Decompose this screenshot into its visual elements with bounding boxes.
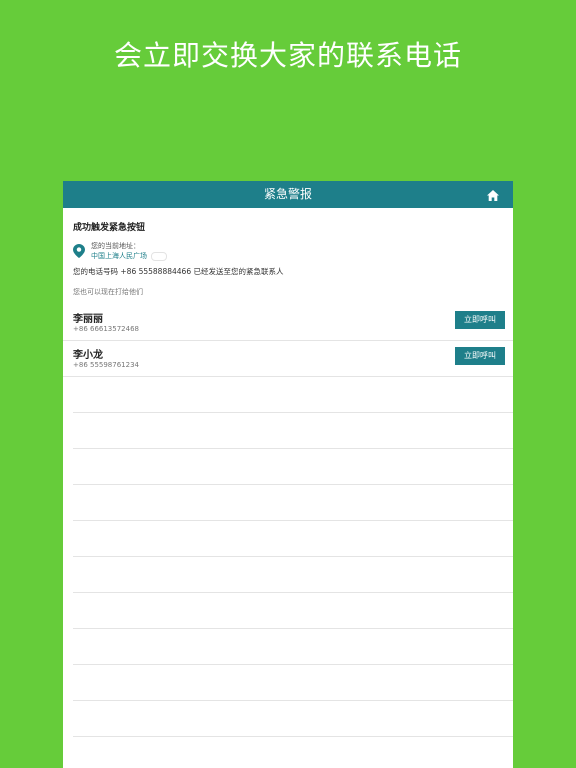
call-hint: 您也可以现在打给他们 xyxy=(73,288,143,296)
call-now-button[interactable]: 立即呼叫 xyxy=(455,347,505,365)
empty-list-row xyxy=(73,701,513,737)
empty-list-row xyxy=(73,449,513,485)
location-pin-icon xyxy=(73,244,85,258)
navbar: 紧急警报 xyxy=(63,181,513,208)
empty-list-row xyxy=(73,377,513,413)
empty-list-row xyxy=(73,665,513,701)
home-icon xyxy=(487,189,499,201)
address-text: 您的当前地址： 中国上海人民广场 xyxy=(91,241,167,261)
address-value-row: 中国上海人民广场 xyxy=(91,251,167,261)
call-now-button[interactable]: 立即呼叫 xyxy=(455,311,505,329)
contact-phone: +86 55598761234 xyxy=(73,361,139,369)
empty-list-row xyxy=(73,593,513,629)
page-title: 紧急警报 xyxy=(263,187,312,201)
location-toggle[interactable] xyxy=(151,251,167,261)
empty-list-row xyxy=(73,485,513,521)
contact-row: 李小龙 +86 55598761234 立即呼叫 xyxy=(63,341,513,377)
promo-headline: 会立即交换大家的联系电话 xyxy=(113,39,462,72)
phone-sent-notice: 您的电话号码 +86 55588884466 已经发送至您的紧急联系人 xyxy=(73,267,284,276)
current-address: 您的当前地址： 中国上海人民广场 xyxy=(73,241,503,261)
contact-row: 李丽丽 +86 66613572468 立即呼叫 xyxy=(63,305,513,341)
success-message: 成功触发紧急按钮 xyxy=(73,223,146,233)
empty-list-row xyxy=(73,737,513,768)
contact-phone: +86 66613572468 xyxy=(73,325,139,333)
address-label: 您的当前地址： xyxy=(91,242,140,250)
empty-list-row xyxy=(73,521,513,557)
empty-list-row xyxy=(73,629,513,665)
empty-list-row xyxy=(73,557,513,593)
alert-info: 成功触发紧急按钮 您的当前地址： 中国上海人民广场 您的电话号码 +86 555… xyxy=(63,220,513,297)
contact-name: 李小龙 xyxy=(73,350,103,361)
empty-list-row xyxy=(73,413,513,449)
home-button[interactable] xyxy=(485,187,501,203)
app-screen: 紧急警报 成功触发紧急按钮 您的当前地址： 中国上海人民广场 您的电话号码 +8… xyxy=(63,181,513,768)
address-value: 中国上海人民广场 xyxy=(91,252,147,260)
contact-name: 李丽丽 xyxy=(73,314,103,325)
